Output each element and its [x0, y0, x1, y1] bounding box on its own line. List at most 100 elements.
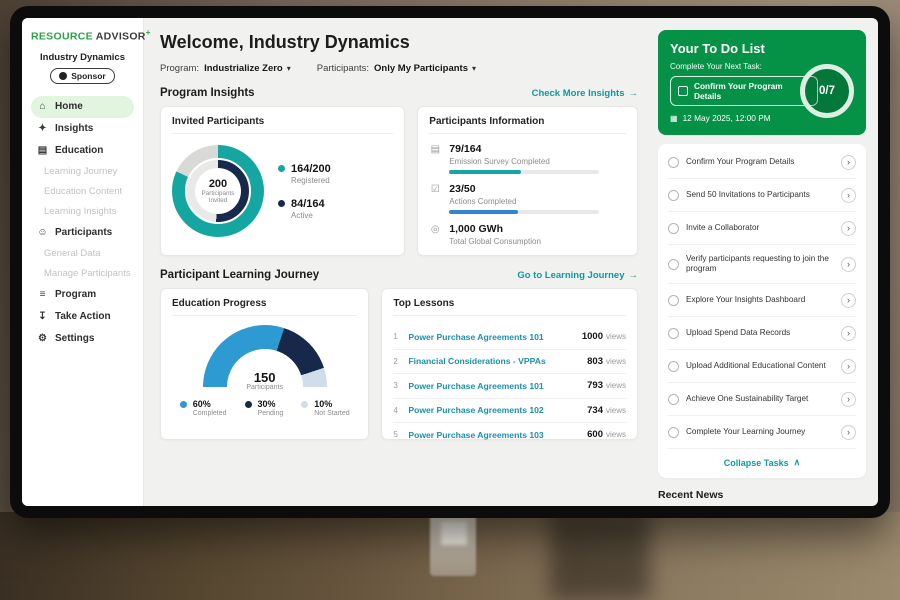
progress-bar	[449, 170, 599, 174]
legend-not-started: 10% Not Started	[301, 399, 349, 417]
sidebar-nav: ⌂ Home ✦ Insights ▤ Education Learning J…	[31, 96, 134, 350]
sidebar-item-insights[interactable]: ✦ Insights	[31, 118, 134, 140]
stat-value: 23/50	[449, 183, 599, 195]
sidebar-item-education[interactable]: ▤ Education	[31, 140, 134, 162]
lesson-link[interactable]: Power Purchase Agreements 102	[408, 405, 580, 415]
card-title: Participants Information	[429, 116, 626, 134]
todo-title: Your To Do List	[670, 41, 854, 56]
sidebar-item-general-data[interactable]: General Data	[31, 244, 134, 264]
sponsor-icon	[59, 72, 67, 80]
participants-filter[interactable]: Participants: Only My Participants ▾	[317, 63, 476, 74]
task-checkbox[interactable]	[668, 427, 679, 438]
main-content: Welcome, Industry Dynamics Program: Indu…	[144, 18, 652, 506]
link-label: Go to Learning Journey	[517, 270, 624, 281]
task-checkbox[interactable]	[668, 259, 679, 270]
chevron-right-icon[interactable]: ›	[841, 392, 856, 407]
check-more-insights-link[interactable]: Check More Insights →	[532, 88, 638, 99]
emission-survey-stat: ▤ 79/164 Emission Survey Completed	[429, 143, 626, 174]
todo-task[interactable]: Achieve One Sustainability Target ›	[668, 383, 856, 416]
lesson-views: 734views	[587, 405, 626, 416]
chevron-right-icon[interactable]: ›	[841, 155, 856, 170]
stat-label: Actions Completed	[449, 197, 599, 206]
lesson-rank: 1	[393, 332, 401, 341]
lesson-row: 2 Financial Considerations - VPPAs 803vi…	[393, 350, 626, 375]
program-insights-title: Program Insights	[160, 87, 255, 99]
brand-primary: RESOURCE	[31, 31, 93, 43]
program-filter-value: Industrialize Zero	[204, 63, 283, 74]
sidebar-item-program[interactable]: ≡ Program	[31, 284, 134, 306]
app-logo: RESOURCE ADVISOR+	[31, 28, 134, 43]
todo-progress-value: 0/7	[819, 85, 835, 97]
sidebar-item-manage-participants[interactable]: Manage Participants	[31, 264, 134, 284]
sidebar-subitem-label: General Data	[44, 248, 101, 259]
chevron-right-icon[interactable]: ›	[841, 221, 856, 236]
sidebar-item-education-content[interactable]: Education Content	[31, 182, 134, 202]
go-to-learning-journey-link[interactable]: Go to Learning Journey →	[517, 270, 638, 281]
brand-secondary: ADVISOR	[96, 31, 146, 43]
filters-bar: Program: Industrialize Zero ▾ Participan…	[160, 63, 638, 74]
legend-value: 60%	[193, 399, 227, 409]
emission-survey-icon: ▤	[429, 144, 441, 174]
lesson-link[interactable]: Power Purchase Agreements 101	[408, 332, 574, 342]
legend-dot	[278, 165, 285, 172]
sidebar: RESOURCE ADVISOR+ Industry Dynamics Spon…	[22, 18, 144, 506]
sidebar-item-settings[interactable]: ⚙ Settings	[31, 328, 134, 350]
lesson-link[interactable]: Power Purchase Agreements 103	[408, 430, 580, 440]
task-label: Achieve One Sustainability Target	[686, 394, 834, 405]
sidebar-item-take-action[interactable]: ↧ Take Action	[31, 306, 134, 328]
sidebar-item-learning-journey[interactable]: Learning Journey	[31, 162, 134, 182]
lesson-link[interactable]: Financial Considerations - VPPAs	[408, 356, 580, 366]
task-checkbox[interactable]	[678, 86, 688, 96]
participants-filter-label: Participants:	[317, 63, 369, 74]
legend-label: Pending	[258, 410, 284, 417]
todo-task[interactable]: Explore Your Insights Dashboard ›	[668, 284, 856, 317]
task-checkbox[interactable]	[668, 190, 679, 201]
chevron-right-icon[interactable]: ›	[841, 326, 856, 341]
task-checkbox[interactable]	[668, 295, 679, 306]
sponsor-badge[interactable]: Sponsor	[50, 68, 114, 84]
program-filter[interactable]: Program: Industrialize Zero ▾	[160, 63, 291, 74]
todo-tasks-card: Confirm Your Program Details › Send 50 I…	[658, 144, 866, 478]
collapse-tasks-link[interactable]: Collapse Tasks ∧	[668, 449, 856, 476]
todo-task[interactable]: Send 50 Invitations to Participants ›	[668, 179, 856, 212]
legend-dot	[278, 200, 285, 207]
task-checkbox[interactable]	[668, 328, 679, 339]
task-checkbox[interactable]	[668, 394, 679, 405]
task-label: Explore Your Insights Dashboard	[686, 295, 834, 306]
next-task[interactable]: Confirm Your Program Details	[670, 76, 818, 106]
task-checkbox[interactable]	[668, 361, 679, 372]
todo-task[interactable]: Upload Additional Educational Content ›	[668, 350, 856, 383]
chevron-right-icon[interactable]: ›	[841, 188, 856, 203]
insights-icon: ✦	[37, 123, 48, 134]
chevron-right-icon[interactable]: ›	[841, 425, 856, 440]
sidebar-item-label: Education	[55, 145, 103, 156]
sidebar-item-home[interactable]: ⌂ Home	[31, 96, 134, 118]
todo-progress-ring: 0/7	[800, 64, 854, 118]
todo-task[interactable]: Invite a Collaborator ›	[668, 212, 856, 245]
legend-value: 10%	[314, 399, 349, 409]
education-gauge-chart: 150 Participants	[203, 325, 327, 391]
sidebar-item-participants[interactable]: ☺ Participants	[31, 222, 134, 244]
todo-task[interactable]: Confirm Your Program Details ›	[668, 146, 856, 179]
chevron-right-icon[interactable]: ›	[841, 359, 856, 374]
program-icon: ≡	[37, 289, 48, 300]
chevron-right-icon[interactable]: ›	[841, 257, 856, 272]
todo-task[interactable]: Upload Spend Data Records ›	[668, 317, 856, 350]
participants-information-card: Participants Information ▤ 79/164 Emissi…	[417, 106, 638, 256]
legend-value: 30%	[258, 399, 284, 409]
sidebar-item-learning-insights[interactable]: Learning Insights	[31, 202, 134, 222]
chevron-right-icon[interactable]: ›	[841, 293, 856, 308]
due-date: 12 May 2025, 12:00 PM	[683, 113, 771, 123]
sidebar-item-label: Participants	[55, 227, 112, 238]
todo-task[interactable]: Verify participants requesting to join t…	[668, 245, 856, 284]
task-checkbox[interactable]	[668, 157, 679, 168]
screen: RESOURCE ADVISOR+ Industry Dynamics Spon…	[22, 18, 878, 506]
lesson-link[interactable]: Power Purchase Agreements 101	[408, 381, 580, 391]
monitor-stand-highlight	[441, 521, 467, 545]
todo-panel: Your To Do List Complete Your Next Task:…	[652, 18, 878, 506]
task-checkbox[interactable]	[668, 223, 679, 234]
legend-value: 84/164	[291, 198, 325, 210]
todo-task[interactable]: Complete Your Learning Journey ›	[668, 416, 856, 449]
take-action-icon: ↧	[37, 311, 48, 322]
chevron-down-icon: ▾	[472, 64, 476, 73]
